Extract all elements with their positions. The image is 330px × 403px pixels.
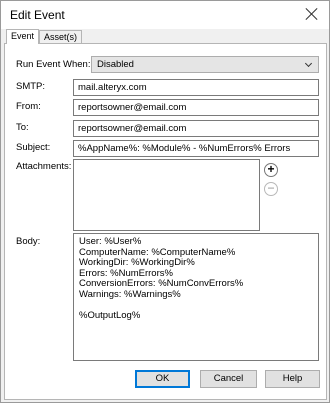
run-event-when-label: Run Event When:	[16, 59, 91, 70]
body-line: User: %User%	[79, 236, 142, 247]
help-button[interactable]: Help	[265, 370, 320, 388]
attachments-label: Attachments:	[16, 161, 72, 172]
edit-event-dialog: Edit Event Event Asset(s) Run Event When…	[0, 0, 330, 403]
body-line: ConversionErrors: %NumConvErrors%	[79, 278, 244, 289]
title-bar: Edit Event	[1, 1, 329, 29]
from-label: From:	[16, 101, 41, 112]
from-input[interactable]: reportsowner@email.com	[73, 99, 319, 116]
body-label: Body:	[16, 236, 41, 247]
smtp-input[interactable]: mail.alteryx.com	[73, 79, 319, 96]
window-title: Edit Event	[10, 8, 65, 22]
chevron-down-icon	[304, 59, 313, 68]
event-panel: Run Event When: Disabled SMTP: mail.alte…	[4, 43, 327, 400]
to-input[interactable]: reportsowner@email.com	[73, 120, 319, 137]
attachments-list[interactable]	[73, 159, 260, 231]
body-textarea[interactable]: User: %User% ComputerName: %ComputerName…	[73, 233, 319, 361]
ok-button[interactable]: OK	[135, 370, 190, 388]
close-icon[interactable]	[305, 7, 319, 21]
tab-assets[interactable]: Asset(s)	[39, 30, 83, 43]
body-line	[79, 300, 313, 311]
subject-label: Subject:	[16, 142, 51, 153]
smtp-label: SMTP:	[16, 81, 46, 92]
body-line: %OutputLog%	[79, 309, 141, 321]
subject-input[interactable]: %AppName%: %Module% - %NumErrors% Errors	[73, 140, 319, 157]
remove-circle-icon: −	[264, 182, 278, 196]
body-line: WorkingDir: %WorkingDir%	[79, 257, 195, 268]
run-event-when-value: Disabled	[97, 59, 134, 70]
to-label: To:	[16, 122, 29, 133]
tab-event[interactable]: Event	[6, 29, 40, 44]
tab-strip: Event Asset(s)	[4, 29, 328, 44]
run-event-when-select[interactable]: Disabled	[91, 56, 319, 73]
add-circle-icon[interactable]: +	[264, 163, 278, 177]
body-line: Warnings: %Warnings%	[79, 288, 181, 300]
cancel-button[interactable]: Cancel	[200, 370, 257, 388]
